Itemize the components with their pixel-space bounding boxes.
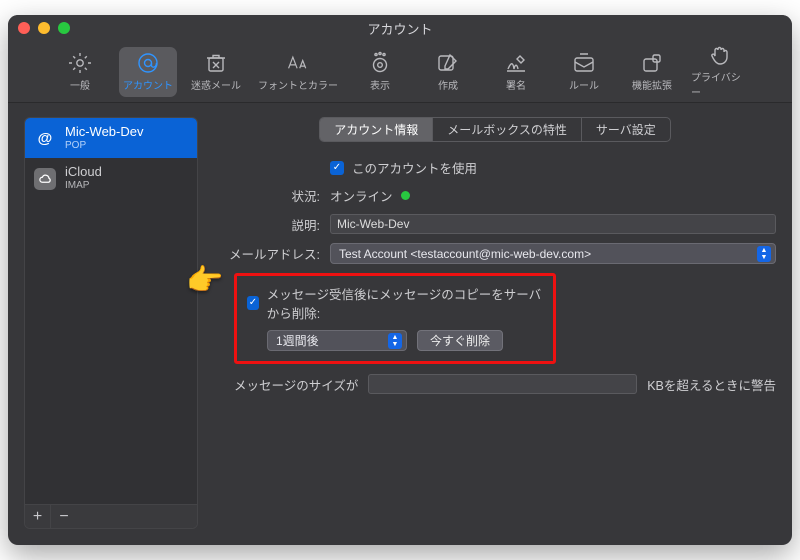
tab-composing[interactable]: 作成 [419,47,477,97]
preferences-window: アカウント 一般 アカウント 迷惑メール フォントとカラー [8,15,792,545]
gear-icon [68,52,92,74]
tab-accounts[interactable]: アカウント [119,47,177,97]
description-label: 説明: [214,215,320,234]
compose-icon [436,52,460,74]
cloud-icon [34,168,56,190]
tab-server-settings[interactable]: サーバ設定 [582,118,670,141]
remove-after-value: 1週間後 [276,332,319,349]
tab-junk[interactable]: 迷惑メール [187,47,245,97]
enable-account-checkbox[interactable] [330,161,344,175]
hand-icon [708,44,732,66]
size-warn-input[interactable] [368,374,637,394]
email-label: メールアドレス: [214,244,320,263]
tab-label: 表示 [370,77,390,92]
tab-label: 署名 [506,77,526,92]
tab-fonts-colors[interactable]: フォントとカラー [255,47,341,97]
signature-icon [504,52,528,74]
email-address-value: Test Account <testaccount@mic-web-dev.co… [339,247,591,261]
account-item[interactable]: @ Mic-Web-Dev POP [25,118,197,158]
extension-icon [640,52,664,74]
remove-from-server-highlight: メッセージ受信後にメッセージのコピーをサーバから削除: 1週間後 ▲▼ 今すぐ削… [234,273,556,364]
remove-now-button[interactable]: 今すぐ削除 [417,330,503,351]
rules-icon [572,52,596,74]
tab-privacy[interactable]: プライバシー [691,47,749,97]
remove-copy-label: メッセージ受信後にメッセージのコピーをサーバから削除: [267,284,543,322]
account-name: Mic-Web-Dev [65,125,144,140]
tab-label: ルール [569,77,599,92]
remove-copy-checkbox[interactable] [247,296,259,310]
tab-label: 作成 [438,77,458,92]
status-online-dot-icon [401,191,410,200]
account-item[interactable]: iCloud IMAP [25,158,197,198]
enable-account-label: このアカウントを使用 [352,158,477,177]
tab-signatures[interactable]: 署名 [487,47,545,97]
size-warn-prefix: メッセージのサイズが [234,375,358,394]
minimize-window-button[interactable] [38,22,50,34]
tab-label: フォントとカラー [258,77,338,92]
prefs-toolbar: 一般 アカウント 迷惑メール フォントとカラー 表示 [8,41,792,103]
titlebar: アカウント [8,15,792,41]
aa-icon [286,52,310,74]
account-name: iCloud [65,165,102,180]
tab-label: プライバシー [691,69,749,99]
accounts-sidebar: @ Mic-Web-Dev POP iCloud IMAP [24,117,198,529]
tab-label: アカウント [123,77,173,92]
sidebar-footer: + − [25,504,197,528]
tab-account-info[interactable]: アカウント情報 [320,118,433,141]
remove-account-button[interactable]: − [51,505,77,528]
accounts-list: @ Mic-Web-Dev POP iCloud IMAP [25,118,197,504]
tab-general[interactable]: 一般 [51,47,109,97]
at-icon [136,52,160,74]
remove-after-popup[interactable]: 1週間後 ▲▼ [267,330,407,351]
account-protocol: IMAP [65,180,102,192]
pointing-hand-icon: 👉 [186,263,223,298]
eye-dots-icon [368,52,392,74]
status-value: オンライン [330,186,393,205]
at-icon: @ [34,127,56,149]
description-input[interactable]: Mic-Web-Dev [330,214,776,234]
updown-arrows-icon: ▲▼ [388,333,402,349]
tab-label: 一般 [70,77,90,92]
window-controls [18,22,70,34]
window-title: アカウント [367,19,432,38]
email-address-popup[interactable]: Test Account <testaccount@mic-web-dev.co… [330,243,776,264]
bin-icon [204,52,228,74]
zoom-window-button[interactable] [58,22,70,34]
add-account-button[interactable]: + [25,505,51,528]
updown-arrows-icon: ▲▼ [757,246,771,262]
tab-viewing[interactable]: 表示 [351,47,409,97]
tab-label: 迷惑メール [191,77,241,92]
detail-tabs: アカウント情報 メールボックスの特性 サーバ設定 [214,117,776,142]
tab-label: 機能拡張 [632,77,672,92]
status-label: 状況: [214,186,320,205]
account-detail-pane: 👉 アカウント情報 メールボックスの特性 サーバ設定 このアカウントを使用 [214,117,776,529]
account-info-form: このアカウントを使用 状況: オンライン 説明: Mic-Web-Dev [214,158,776,394]
close-window-button[interactable] [18,22,30,34]
tab-rules[interactable]: ルール [555,47,613,97]
tab-extensions[interactable]: 機能拡張 [623,47,681,97]
tab-mailbox-behaviors[interactable]: メールボックスの特性 [433,118,582,141]
size-warn-suffix: KBを超えるときに警告 [647,375,776,394]
account-protocol: POP [65,140,144,152]
